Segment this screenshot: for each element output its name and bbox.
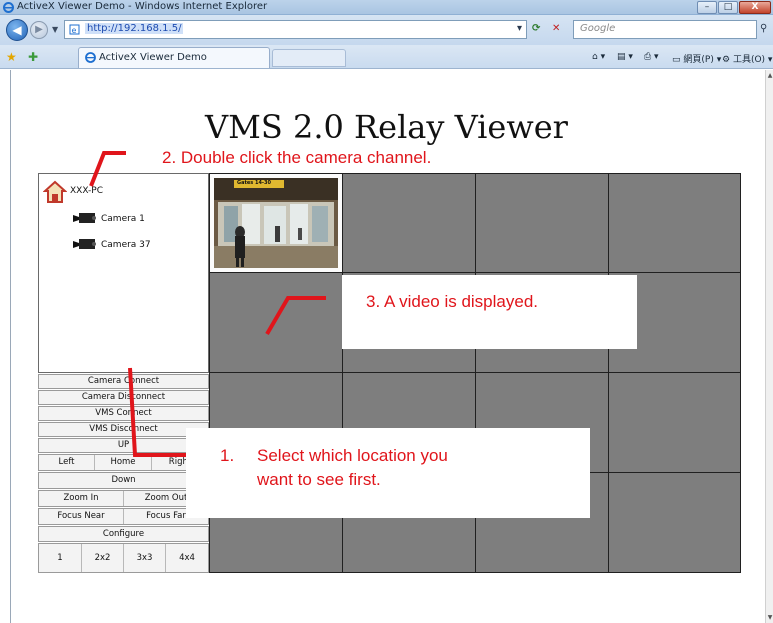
annotation-step1-number: 1. bbox=[220, 446, 235, 465]
ptz-up-button[interactable]: UP bbox=[38, 438, 209, 453]
annotation-step1-box: 1. Select which location you want to see… bbox=[186, 428, 590, 518]
annotation-step2: 2. Double click the camera channel. bbox=[162, 148, 432, 167]
page-menu-label: 網頁(P) bbox=[683, 55, 714, 65]
tree-camera-item[interactable]: Camera 1 bbox=[101, 214, 145, 224]
tree-camera-item[interactable]: Camera 37 bbox=[101, 240, 151, 250]
live-video-feed[interactable]: Gates 14-30 bbox=[209, 173, 343, 273]
ie-page-icon bbox=[85, 52, 96, 63]
window-title: ActiveX Viewer Demo - Windows Internet E… bbox=[17, 1, 268, 12]
forward-button[interactable]: ▶ bbox=[30, 21, 48, 39]
title-bar: ActiveX Viewer Demo - Windows Internet E… bbox=[0, 0, 773, 15]
scroll-down-icon[interactable]: ▼ bbox=[766, 614, 773, 621]
page-title: VMS 2.0 Relay Viewer bbox=[205, 108, 568, 146]
vms-connect-button[interactable]: VMS Connect bbox=[38, 406, 209, 421]
vms-disconnect-button[interactable]: VMS Disconnect bbox=[38, 422, 209, 437]
tree-root-label[interactable]: XXX-PC bbox=[70, 186, 103, 196]
layout-3x3-button[interactable]: 3x3 bbox=[123, 544, 165, 572]
video-cell[interactable] bbox=[608, 372, 741, 473]
favorites-star-icon[interactable]: ★ bbox=[6, 50, 17, 64]
layout-row: 1 2x2 3x3 4x4 bbox=[38, 543, 209, 573]
tab-label: ActiveX Viewer Demo bbox=[99, 52, 207, 63]
print-icon[interactable]: ⎙ ▾ bbox=[644, 52, 659, 62]
configure-button[interactable]: Configure bbox=[38, 526, 209, 542]
annotation-step3: 3. A video is displayed. bbox=[366, 292, 539, 311]
video-cell[interactable] bbox=[608, 472, 741, 573]
ptz-row: Left Home Right bbox=[38, 454, 209, 471]
ie-window: ActiveX Viewer Demo - Windows Internet E… bbox=[0, 0, 773, 623]
ptz-down-button[interactable]: Down bbox=[38, 472, 209, 489]
refresh-icon[interactable]: ⟳ bbox=[532, 23, 540, 34]
vertical-scrollbar[interactable]: ▲ ▼ bbox=[765, 70, 773, 623]
focus-row: Focus Near Focus Far bbox=[38, 508, 209, 525]
search-input[interactable]: Google bbox=[573, 20, 757, 39]
ie-logo-icon bbox=[3, 2, 14, 13]
left-frame bbox=[0, 70, 10, 623]
url-text[interactable]: http://192.168.1.5/ bbox=[85, 23, 184, 34]
video-cell[interactable] bbox=[608, 173, 741, 273]
ptz-left-button[interactable]: Left bbox=[39, 455, 94, 470]
video-overlay-text: Gates 14-30 bbox=[237, 180, 271, 186]
layout-4x4-button[interactable]: 4x4 bbox=[165, 544, 208, 572]
stop-icon[interactable]: ✕ bbox=[552, 23, 560, 34]
camera-disconnect-button[interactable]: Camera Disconnect bbox=[38, 390, 209, 405]
search-placeholder: Google bbox=[580, 23, 616, 34]
page-menu[interactable]: ▭ 網頁(P) ▾ bbox=[672, 52, 721, 65]
tools-menu[interactable]: ⚙ 工具(O) ▾ bbox=[722, 52, 772, 65]
video-cell[interactable] bbox=[209, 272, 343, 373]
back-button[interactable]: ◀ bbox=[6, 19, 28, 41]
annotation-step3-box: 3. A video is displayed. bbox=[342, 275, 637, 349]
video-cell[interactable] bbox=[475, 173, 609, 273]
close-button[interactable]: X bbox=[739, 1, 771, 14]
scroll-up-icon[interactable]: ▲ bbox=[766, 72, 773, 79]
page-icon: e bbox=[69, 24, 80, 35]
house-icon bbox=[43, 180, 67, 203]
focus-near-button[interactable]: Focus Near bbox=[39, 509, 123, 524]
svg-text:e: e bbox=[72, 26, 77, 35]
annotation-step1-line2: want to see first. bbox=[257, 470, 381, 489]
address-input[interactable]: e http://192.168.1.5/ bbox=[64, 20, 527, 39]
new-tab-button[interactable] bbox=[272, 49, 346, 67]
tab-bar: ★ ✚ ActiveX Viewer Demo ⌂ ▾ ▤ ▾ ⎙ ▾ ▭ 網頁… bbox=[0, 45, 773, 69]
home-icon[interactable]: ⌂ ▾ bbox=[592, 52, 605, 62]
layout-2x2-button[interactable]: 2x2 bbox=[81, 544, 123, 572]
camera-icon bbox=[73, 239, 96, 249]
address-dropdown-icon[interactable]: ▾ bbox=[517, 23, 522, 34]
video-frame-image bbox=[210, 174, 342, 272]
zoom-in-button[interactable]: Zoom In bbox=[39, 491, 123, 506]
video-cell[interactable] bbox=[342, 173, 476, 273]
camera-icon bbox=[73, 213, 96, 223]
camera-tree[interactable]: XXX-PC Camera 1 Camera 37 bbox=[38, 173, 209, 373]
maximize-button[interactable]: □ bbox=[718, 1, 738, 14]
ptz-home-button[interactable]: Home bbox=[94, 455, 151, 470]
tab-activex-viewer[interactable]: ActiveX Viewer Demo bbox=[78, 47, 270, 68]
address-toolbar: ◀ ▶ ▼ e http://192.168.1.5/ ▾ ⟳ ✕ Google… bbox=[0, 15, 773, 45]
tools-menu-label: 工具(O) bbox=[732, 55, 766, 65]
minimize-button[interactable]: – bbox=[697, 1, 717, 14]
layout-1-button[interactable]: 1 bbox=[39, 544, 81, 572]
zoom-row: Zoom In Zoom Out bbox=[38, 490, 209, 507]
feeds-icon[interactable]: ▤ ▾ bbox=[617, 52, 633, 62]
add-favorites-icon[interactable]: ✚ bbox=[28, 50, 38, 64]
annotation-step1-line1: Select which location you bbox=[257, 446, 448, 465]
search-icon[interactable]: ⚲ bbox=[760, 23, 767, 34]
history-dropdown-icon[interactable]: ▼ bbox=[52, 25, 58, 34]
camera-connect-button[interactable]: Camera Connect bbox=[38, 374, 209, 389]
